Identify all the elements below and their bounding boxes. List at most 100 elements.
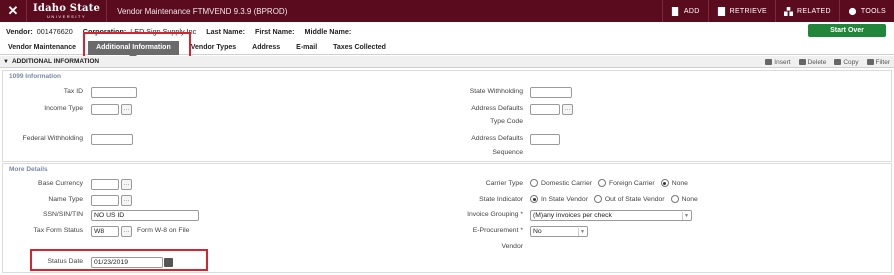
carrier-domestic-radio[interactable]: Domestic Carrier [530,179,592,187]
ssn-label: SSN/SIN/TIN [42,211,83,218]
page-title: Vendor Maintenance FTMVEND 9.3.9 (BPROD) [117,6,288,16]
close-icon[interactable]: ✕ [0,0,26,22]
top-actions: ADD RETRIEVE RELATED TOOLS [661,0,894,22]
first-name-label: First Name: [254,27,295,36]
carrier-none-label: None [671,179,688,187]
tax-id-input[interactable] [91,87,137,98]
eprocurement-select[interactable]: No ▼ [530,226,588,237]
delete-icon [798,59,806,65]
tax-form-status-label: Tax Form Status [33,227,83,234]
tab-taxes-collected[interactable]: Taxes Collected [325,41,394,55]
carrier-foreign-radio[interactable]: Foreign Carrier [597,179,655,187]
address-defaults-type-lookup-icon[interactable]: ··· [562,104,573,115]
name-type-lookup-icon[interactable]: ··· [121,195,132,206]
tab-vendor-types[interactable]: Vendor Types [183,41,244,55]
panel-1099-title: 1099 Information [9,73,62,80]
carrier-none-radio[interactable]: None [660,179,688,187]
panel-1099-information: 1099 Information Tax ID Income Type ··· … [2,70,892,162]
related-icon [784,6,794,16]
tab-email[interactable]: E-mail [288,41,325,55]
state-indicator-label: State Indicator [479,196,523,203]
related-button[interactable]: RELATED [775,0,839,22]
tab-vendor-maintenance[interactable]: Vendor Maintenance [0,41,84,55]
tax-form-status-input[interactable]: W8 [91,226,119,237]
copy-label: Copy [843,58,859,66]
key-block: Vendor: 001476620 Corporation: LED Sign … [0,22,894,41]
income-type-lookup-icon[interactable]: ··· [121,104,132,115]
section-title: ADDITIONAL INFORMATION [11,58,100,65]
university-logo: Idaho State UNIVERSITY [26,0,108,22]
radio-icon [593,195,602,203]
tax-id-label: Tax ID [63,88,83,95]
state-out-radio[interactable]: Out of State Vendor [593,195,665,203]
invoice-grouping-label: Invoice Grouping * [467,211,523,218]
eprocurement-label: E-Procurement * [472,227,523,234]
panel-more-title: More Details [9,166,48,173]
collapse-caret-icon[interactable]: ▼ [3,59,9,65]
status-date-label: Status Date [47,258,83,265]
corporation-value: LED Sign Supply Inc [130,27,197,36]
state-none-label: None [681,195,698,203]
filter-icon [866,59,874,65]
state-withholding-input[interactable] [530,87,572,98]
vendor-value: 001476620 [36,27,73,36]
radio-icon [597,179,606,187]
copy-icon [834,59,842,65]
tab-additional-information[interactable]: Additional Information [88,40,179,59]
radio-selected-icon [660,179,669,187]
delete-button[interactable]: Delete [798,58,827,66]
federal-withholding-input[interactable] [91,134,133,145]
ssn-input[interactable]: NO US ID [91,210,199,221]
add-button[interactable]: ADD [661,0,708,22]
insert-button[interactable]: Insert [765,59,791,66]
middle-name-label: Middle Name: [304,27,352,36]
state-none-radio[interactable]: None [670,195,698,203]
retrieve-button-label: RETRIEVE [729,7,768,15]
logo-line-2: UNIVERSITY [47,13,87,19]
copy-button[interactable]: Copy [834,58,859,66]
tab-address[interactable]: Address [244,41,288,55]
base-currency-lookup-icon[interactable]: ··· [121,179,132,190]
calendar-icon[interactable] [164,258,173,267]
filter-button[interactable]: Filter [866,58,890,66]
income-type-input[interactable] [91,104,119,115]
federal-withholding-label: Federal Withholding [22,135,83,142]
state-in-radio[interactable]: In State Vendor [530,195,588,203]
section-tools: Insert Delete Copy Filter [765,56,890,68]
radio-icon [670,195,679,203]
status-date-input[interactable]: 01/23/2019 [91,257,163,268]
start-over-button[interactable]: Start Over [808,24,886,37]
tax-form-status-lookup-icon[interactable]: ··· [121,226,132,237]
tab-bar: Vendor Maintenance Additional Informatio… [0,40,894,59]
insert-icon [765,59,773,65]
eprocurement-label-2: Vendor [501,243,523,250]
base-currency-input[interactable] [91,179,119,190]
tax-form-status-desc: Form W-8 on File [137,227,190,234]
delete-label: Delete [807,58,827,66]
top-bar: ✕ Idaho State UNIVERSITY Vendor Maintena… [0,0,894,22]
name-type-input[interactable] [91,195,119,206]
name-type-label: Name Type [48,196,83,203]
retrieve-button[interactable]: RETRIEVE [707,0,775,22]
address-defaults-seq-label: Address Defaults [471,135,523,142]
address-defaults-seq-input[interactable] [530,134,560,145]
invoice-grouping-select[interactable]: (M)any invoices per check ▼ [530,210,692,221]
last-name-label: Last Name: [206,27,245,36]
invoice-grouping-value: (M)any invoices per check [533,212,612,219]
section-header[interactable]: ▼ ADDITIONAL INFORMATION Insert Delete C… [0,56,894,68]
retrieve-icon [717,6,725,16]
corporation-label: Corporation: [82,27,127,36]
filter-label: Filter [875,58,890,66]
eprocurement-value: No [533,228,542,235]
state-indicator-group: In State Vendor Out of State Vendor None [530,195,698,203]
related-button-label: RELATED [797,7,831,15]
address-defaults-type-label-2: Type Code [490,118,523,125]
logo-line-1: Idaho State [33,2,101,14]
address-defaults-seq-label-2: Sequence [492,149,523,156]
carrier-domestic-label: Domestic Carrier [541,179,592,187]
address-defaults-type-input[interactable] [530,104,560,115]
base-currency-label: Base Currency [38,180,83,187]
tools-button[interactable]: TOOLS [838,0,894,22]
chevron-down-icon: ▼ [682,212,690,220]
panel-more-details: More Details Base Currency ··· Name Type… [2,163,892,273]
